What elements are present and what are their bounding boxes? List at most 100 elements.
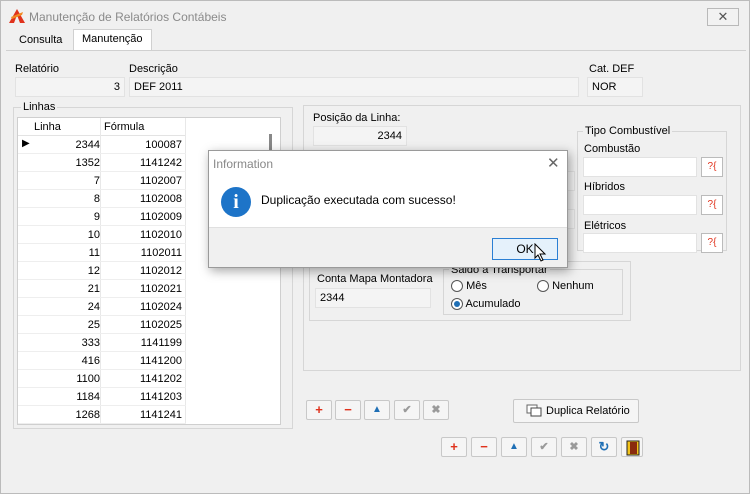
window-title: Manutenção de Relatórios Contábeis [29, 10, 227, 24]
hibridos-field[interactable] [583, 195, 697, 215]
radio-nenhum[interactable]: Nenhum [537, 280, 594, 293]
radio-nenhum-label: Nenhum [552, 280, 594, 292]
cell-linha[interactable]: 416 [32, 355, 100, 367]
cell-linha[interactable]: 25 [32, 319, 100, 331]
detail-add-button[interactable]: + [306, 400, 332, 420]
cell-linha[interactable]: 24 [32, 301, 100, 313]
table-row[interactable]: 7 1102007 [18, 172, 186, 190]
table-row[interactable]: 1268 1141241 [18, 406, 186, 424]
radio-mes[interactable]: Mês [451, 280, 487, 293]
combustao-lookup-button[interactable]: ?{ [701, 157, 723, 177]
tab-consulta[interactable]: Consulta [11, 31, 70, 51]
hibridos-label: Híbridos [584, 181, 625, 193]
detail-remove-button[interactable]: − [335, 400, 361, 420]
radio-nenhum-circle[interactable] [537, 280, 549, 293]
cell-linha[interactable]: 11 [32, 247, 100, 259]
column-header-linha[interactable]: Linha [34, 121, 61, 133]
hibridos-lookup-button[interactable]: ?{ [701, 195, 723, 215]
exit-button[interactable] [621, 437, 643, 457]
dialog-footer: OK [209, 227, 567, 267]
table-row[interactable]: ▶ 2344 100087 [18, 136, 186, 154]
radio-acumulado-circle[interactable] [451, 298, 463, 311]
table-row[interactable]: 1100 1141202 [18, 370, 186, 388]
table-row[interactable]: 24 1102024 [18, 298, 186, 316]
table-row[interactable]: 333 1141199 [18, 334, 186, 352]
duplica-relatorio-label: Duplica Relatório [546, 405, 630, 417]
cell-formula[interactable]: 1102021 [104, 283, 182, 295]
cell-linha[interactable]: 12 [32, 265, 100, 277]
cell-linha[interactable]: 2344 [32, 139, 100, 151]
duplica-relatorio-button[interactable]: Duplica Relatório [513, 399, 639, 423]
catdef-field[interactable]: NOR [587, 77, 643, 97]
dialog-title-bar: Information ✕ [209, 151, 567, 176]
dialog-close-button[interactable]: ✕ [547, 154, 560, 172]
conta-mapa-field[interactable]: 2344 [315, 288, 431, 308]
lookup-icon: ?{ [707, 161, 717, 172]
cell-linha[interactable]: 8 [32, 193, 100, 205]
eletricos-lookup-button[interactable]: ?{ [701, 233, 723, 253]
grid-body: ▶ 2344 100087 1352 1141242 7 1102007 8 1102008 9 1… [18, 136, 186, 424]
cell-formula[interactable]: 1102024 [104, 301, 182, 313]
cell-linha[interactable]: 1100 [32, 373, 100, 385]
cell-linha[interactable]: 10 [32, 229, 100, 241]
cell-formula[interactable]: 1141241 [104, 409, 182, 421]
posicao-field[interactable]: 2344 [313, 126, 407, 146]
cell-formula[interactable]: 1141202 [104, 373, 182, 385]
combustao-label: Combustão [584, 143, 641, 155]
cell-formula[interactable]: 1102008 [104, 193, 182, 205]
cell-linha[interactable]: 1268 [32, 409, 100, 421]
cell-formula[interactable]: 1102011 [104, 247, 182, 259]
table-row[interactable]: 10 1102010 [18, 226, 186, 244]
detail-cancel-button[interactable]: ✖ [423, 400, 449, 420]
cell-linha[interactable]: 7 [32, 175, 100, 187]
radio-acumulado-label: Acumulado [465, 298, 521, 310]
cell-formula[interactable]: 1141200 [104, 355, 182, 367]
detail-confirm-button[interactable]: ✔ [394, 400, 420, 420]
column-header-formula[interactable]: Fórmula [104, 121, 144, 133]
main-refresh-button[interactable]: ↻ [591, 437, 617, 457]
cell-formula[interactable]: 1141242 [104, 157, 182, 169]
cell-linha[interactable]: 333 [32, 337, 100, 349]
lookup-icon: ?{ [707, 237, 717, 248]
cell-formula[interactable]: 100087 [104, 139, 182, 151]
mouse-cursor-icon [534, 243, 547, 262]
window-close-button[interactable]: ✕ [707, 8, 739, 26]
detail-up-button[interactable]: ▲ [364, 400, 390, 420]
table-row[interactable]: 9 1102009 [18, 208, 186, 226]
ok-button[interactable]: OK [492, 238, 558, 260]
title-bar: Manutenção de Relatórios Contábeis ✕ [1, 1, 749, 31]
cell-formula[interactable]: 1141199 [104, 337, 182, 349]
table-row[interactable]: 12 1102012 [18, 262, 186, 280]
cell-formula[interactable]: 1102012 [104, 265, 182, 277]
table-row[interactable]: 1184 1141203 [18, 388, 186, 406]
posicao-label: Posição da Linha: [313, 112, 401, 124]
table-row[interactable]: 21 1102021 [18, 280, 186, 298]
cell-formula[interactable]: 1102007 [104, 175, 182, 187]
descricao-field[interactable]: DEF 2011 [129, 77, 579, 97]
relatorio-field[interactable]: 3 [15, 77, 125, 97]
combustao-field[interactable] [583, 157, 697, 177]
main-confirm-button[interactable]: ✔ [531, 437, 557, 457]
main-remove-button[interactable]: − [471, 437, 497, 457]
lookup-icon: ?{ [707, 199, 717, 210]
cell-formula[interactable]: 1102010 [104, 229, 182, 241]
eletricos-field[interactable] [583, 233, 697, 253]
cell-linha[interactable]: 1352 [32, 157, 100, 169]
main-up-button[interactable]: ▲ [501, 437, 527, 457]
cell-linha[interactable]: 21 [32, 283, 100, 295]
cell-formula[interactable]: 1141203 [104, 391, 182, 403]
table-row[interactable]: 416 1141200 [18, 352, 186, 370]
table-row[interactable]: 8 1102008 [18, 190, 186, 208]
table-row[interactable]: 25 1102025 [18, 316, 186, 334]
main-cancel-button[interactable]: ✖ [561, 437, 587, 457]
cell-formula[interactable]: 1102025 [104, 319, 182, 331]
tab-manutencao[interactable]: Manutenção [73, 29, 152, 51]
table-row[interactable]: 1352 1141242 [18, 154, 186, 172]
cell-linha[interactable]: 9 [32, 211, 100, 223]
cell-linha[interactable]: 1184 [32, 391, 100, 403]
cell-formula[interactable]: 1102009 [104, 211, 182, 223]
radio-acumulado[interactable]: Acumulado [451, 298, 521, 311]
table-row[interactable]: 11 1102011 [18, 244, 186, 262]
radio-mes-circle[interactable] [451, 280, 463, 293]
main-add-button[interactable]: + [441, 437, 467, 457]
